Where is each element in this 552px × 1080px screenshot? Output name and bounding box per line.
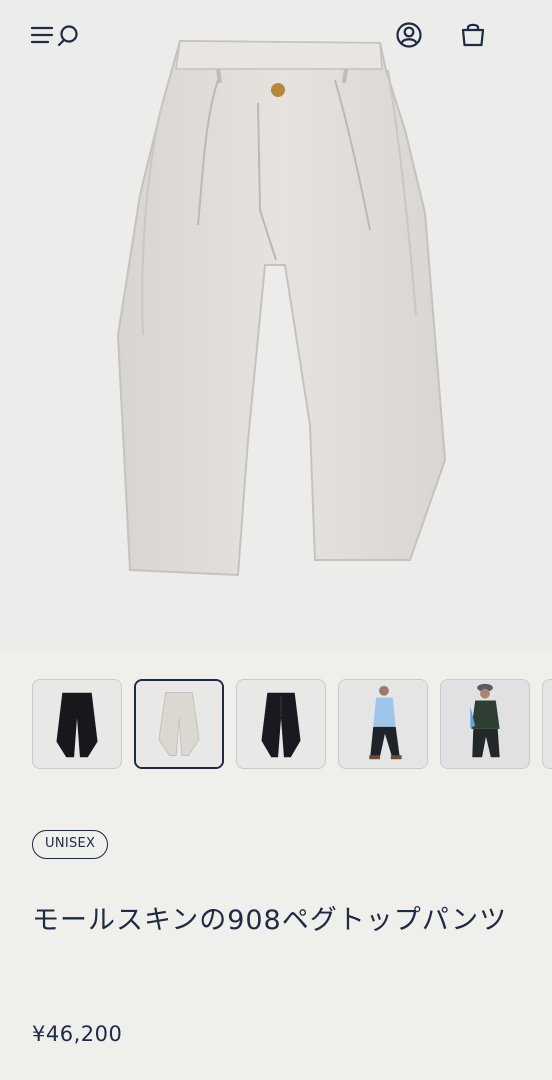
black-pants-thumbnail bbox=[33, 680, 121, 768]
thumbnail-4[interactable] bbox=[338, 679, 428, 769]
product-price: ¥46,200 bbox=[32, 1022, 123, 1046]
thumbnail-6[interactable] bbox=[542, 679, 552, 769]
model-green-vest-thumbnail bbox=[441, 680, 529, 768]
product-image-area bbox=[0, 0, 552, 650]
thumbnail-3[interactable] bbox=[236, 679, 326, 769]
menu-search-group[interactable] bbox=[30, 22, 82, 50]
model-blue-shirt-thumbnail bbox=[339, 680, 427, 768]
thumbnail-1[interactable] bbox=[32, 679, 122, 769]
cart-button[interactable] bbox=[458, 20, 488, 50]
menu-icon[interactable] bbox=[30, 22, 82, 50]
product-title: モールスキンの908ペグトップパンツ bbox=[32, 905, 508, 936]
thumbnail-5[interactable] bbox=[440, 679, 530, 769]
main-product-image[interactable] bbox=[110, 35, 455, 580]
extra-thumbnail bbox=[543, 680, 552, 768]
black-pants-angle-thumbnail bbox=[237, 680, 325, 768]
unisex-badge: UNISEX bbox=[32, 830, 109, 859]
shopping-bag-icon bbox=[461, 23, 485, 47]
thumbnail-2[interactable] bbox=[134, 679, 224, 769]
thumbnail-gallery bbox=[32, 679, 552, 771]
ivory-pants-thumbnail bbox=[136, 681, 222, 767]
